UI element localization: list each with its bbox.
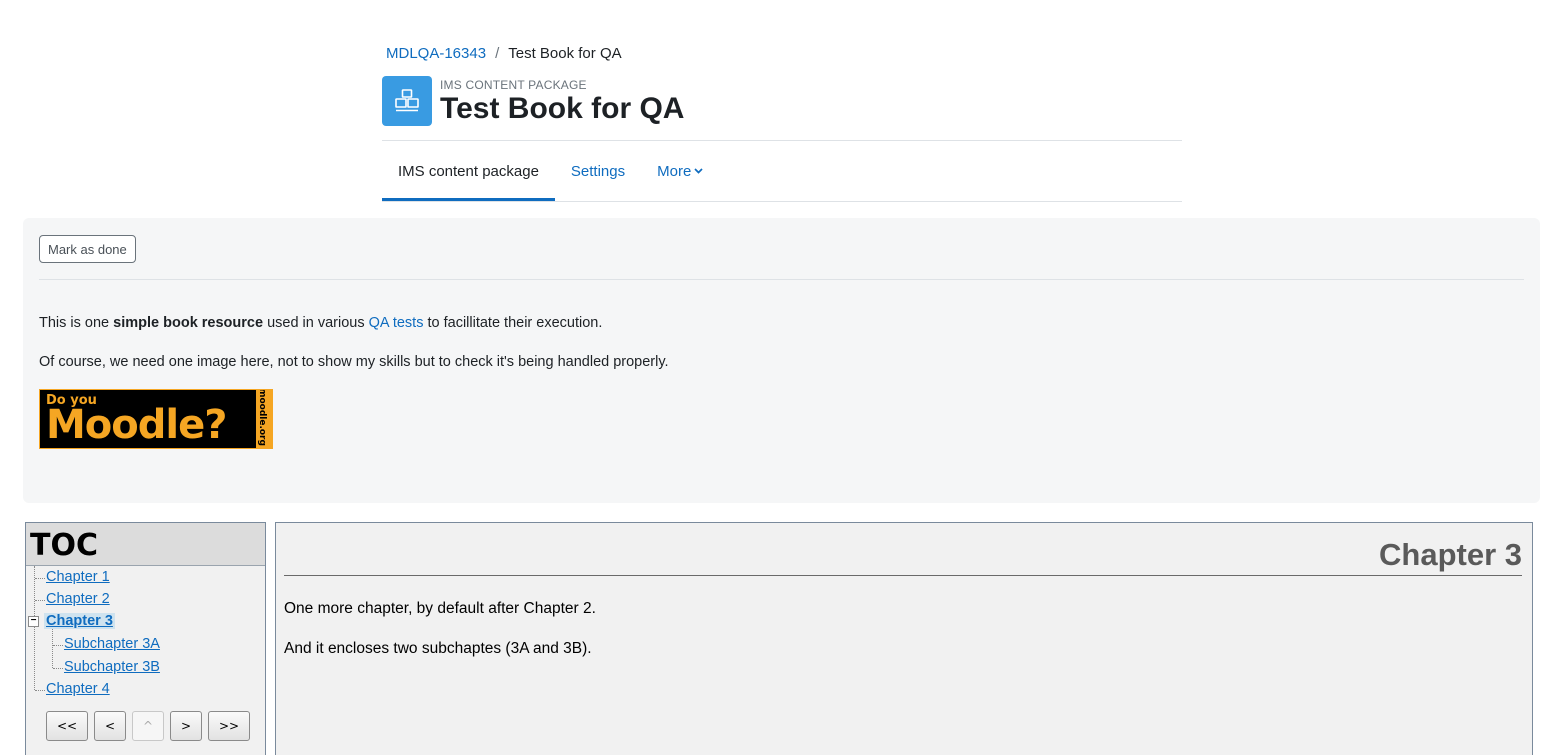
intro-bold-text: simple book resource (113, 315, 264, 331)
toc-item-chapter-4[interactable]: Chapter 4 (46, 681, 110, 697)
tree-connector (53, 645, 63, 646)
previous-chapter-button[interactable]: < (94, 711, 126, 741)
breadcrumb-course-link[interactable]: MDLQA-16343 (386, 45, 486, 62)
toc-heading: TOC (30, 528, 98, 563)
activity-purpose: IMS CONTENT PACKAGE (440, 78, 587, 92)
secondary-navigation: IMS content package Settings More (382, 141, 1182, 202)
up-button[interactable]: ^ (132, 711, 164, 741)
tree-line (34, 566, 35, 690)
tab-ims-content-package[interactable]: IMS content package (382, 141, 555, 201)
next-chapter-button[interactable]: > (170, 711, 202, 741)
intro-divider (39, 279, 1524, 280)
tab-label: IMS content package (398, 162, 539, 180)
intro-paragraph-2: Of course, we need one image here, not t… (39, 354, 669, 370)
badge-line-2: Moodle? (46, 402, 227, 448)
tree-connector (35, 578, 45, 579)
toc-navigation: << < ^ > >> (46, 711, 256, 741)
mark-as-done-button[interactable]: Mark as done (39, 235, 136, 263)
title-text: IMS CONTENT PACKAGE Test Book for QA (440, 76, 684, 126)
last-chapter-button[interactable]: >> (208, 711, 250, 741)
toc-item-chapter-2[interactable]: Chapter 2 (46, 591, 110, 607)
toc-panel: TOC − Chapter 1 Chapter 2 Chapter 3 Subc… (25, 522, 266, 755)
intro-text: used in various (263, 315, 369, 331)
first-chapter-button[interactable]: << (46, 711, 88, 741)
do-you-moodle-image: Do you Moodle? moodle.org (39, 389, 273, 449)
intro-text: to facillitate their execution. (423, 315, 603, 331)
package-icon (382, 76, 432, 126)
tree-connector (53, 668, 63, 669)
activity-intro: Mark as done This is one simple book res… (23, 218, 1540, 503)
toc-item-chapter-3[interactable]: Chapter 3 (44, 613, 115, 629)
tree-line (52, 628, 53, 668)
title-row: IMS CONTENT PACKAGE Test Book for QA (382, 76, 684, 126)
chevron-down-icon (694, 165, 703, 177)
breadcrumb-current: Test Book for QA (508, 44, 622, 62)
tab-label: Settings (570, 162, 626, 180)
toc-item-chapter-1[interactable]: Chapter 1 (46, 569, 110, 585)
chapter-content: Chapter 3 One more chapter, by default a… (275, 522, 1533, 755)
page-title: Test Book for QA (440, 92, 685, 125)
toc-header: TOC (26, 523, 265, 566)
page-header: MDLQA-16343 / Test Book for QA IMS CONTE… (382, 36, 1182, 202)
collapse-icon[interactable]: − (28, 616, 39, 627)
toc-item-subchapter-3a[interactable]: Subchapter 3A (64, 636, 160, 652)
chapter-paragraph-2: And it encloses two subchaptes (3A and 3… (284, 640, 592, 657)
intro-paragraph-1: This is one simple book resource used in… (39, 315, 602, 331)
breadcrumb-separator: / (495, 44, 500, 62)
chapter-paragraph-1: One more chapter, by default after Chapt… (284, 600, 596, 617)
toc-item-subchapter-3b[interactable]: Subchapter 3B (64, 659, 160, 675)
tab-label: More (657, 162, 692, 180)
breadcrumb: MDLQA-16343 / Test Book for QA (382, 36, 1182, 70)
tree-connector (35, 600, 45, 601)
tree-connector (35, 690, 45, 691)
badge-side-text: moodle.org (257, 389, 268, 446)
chapter-title: Chapter 3 (1379, 537, 1522, 572)
tab-settings[interactable]: Settings (555, 141, 641, 201)
tab-more[interactable]: More (641, 141, 719, 201)
intro-text: This is one (39, 315, 114, 331)
chapter-divider (284, 575, 1522, 576)
qa-tests-link[interactable]: QA tests (369, 315, 424, 331)
